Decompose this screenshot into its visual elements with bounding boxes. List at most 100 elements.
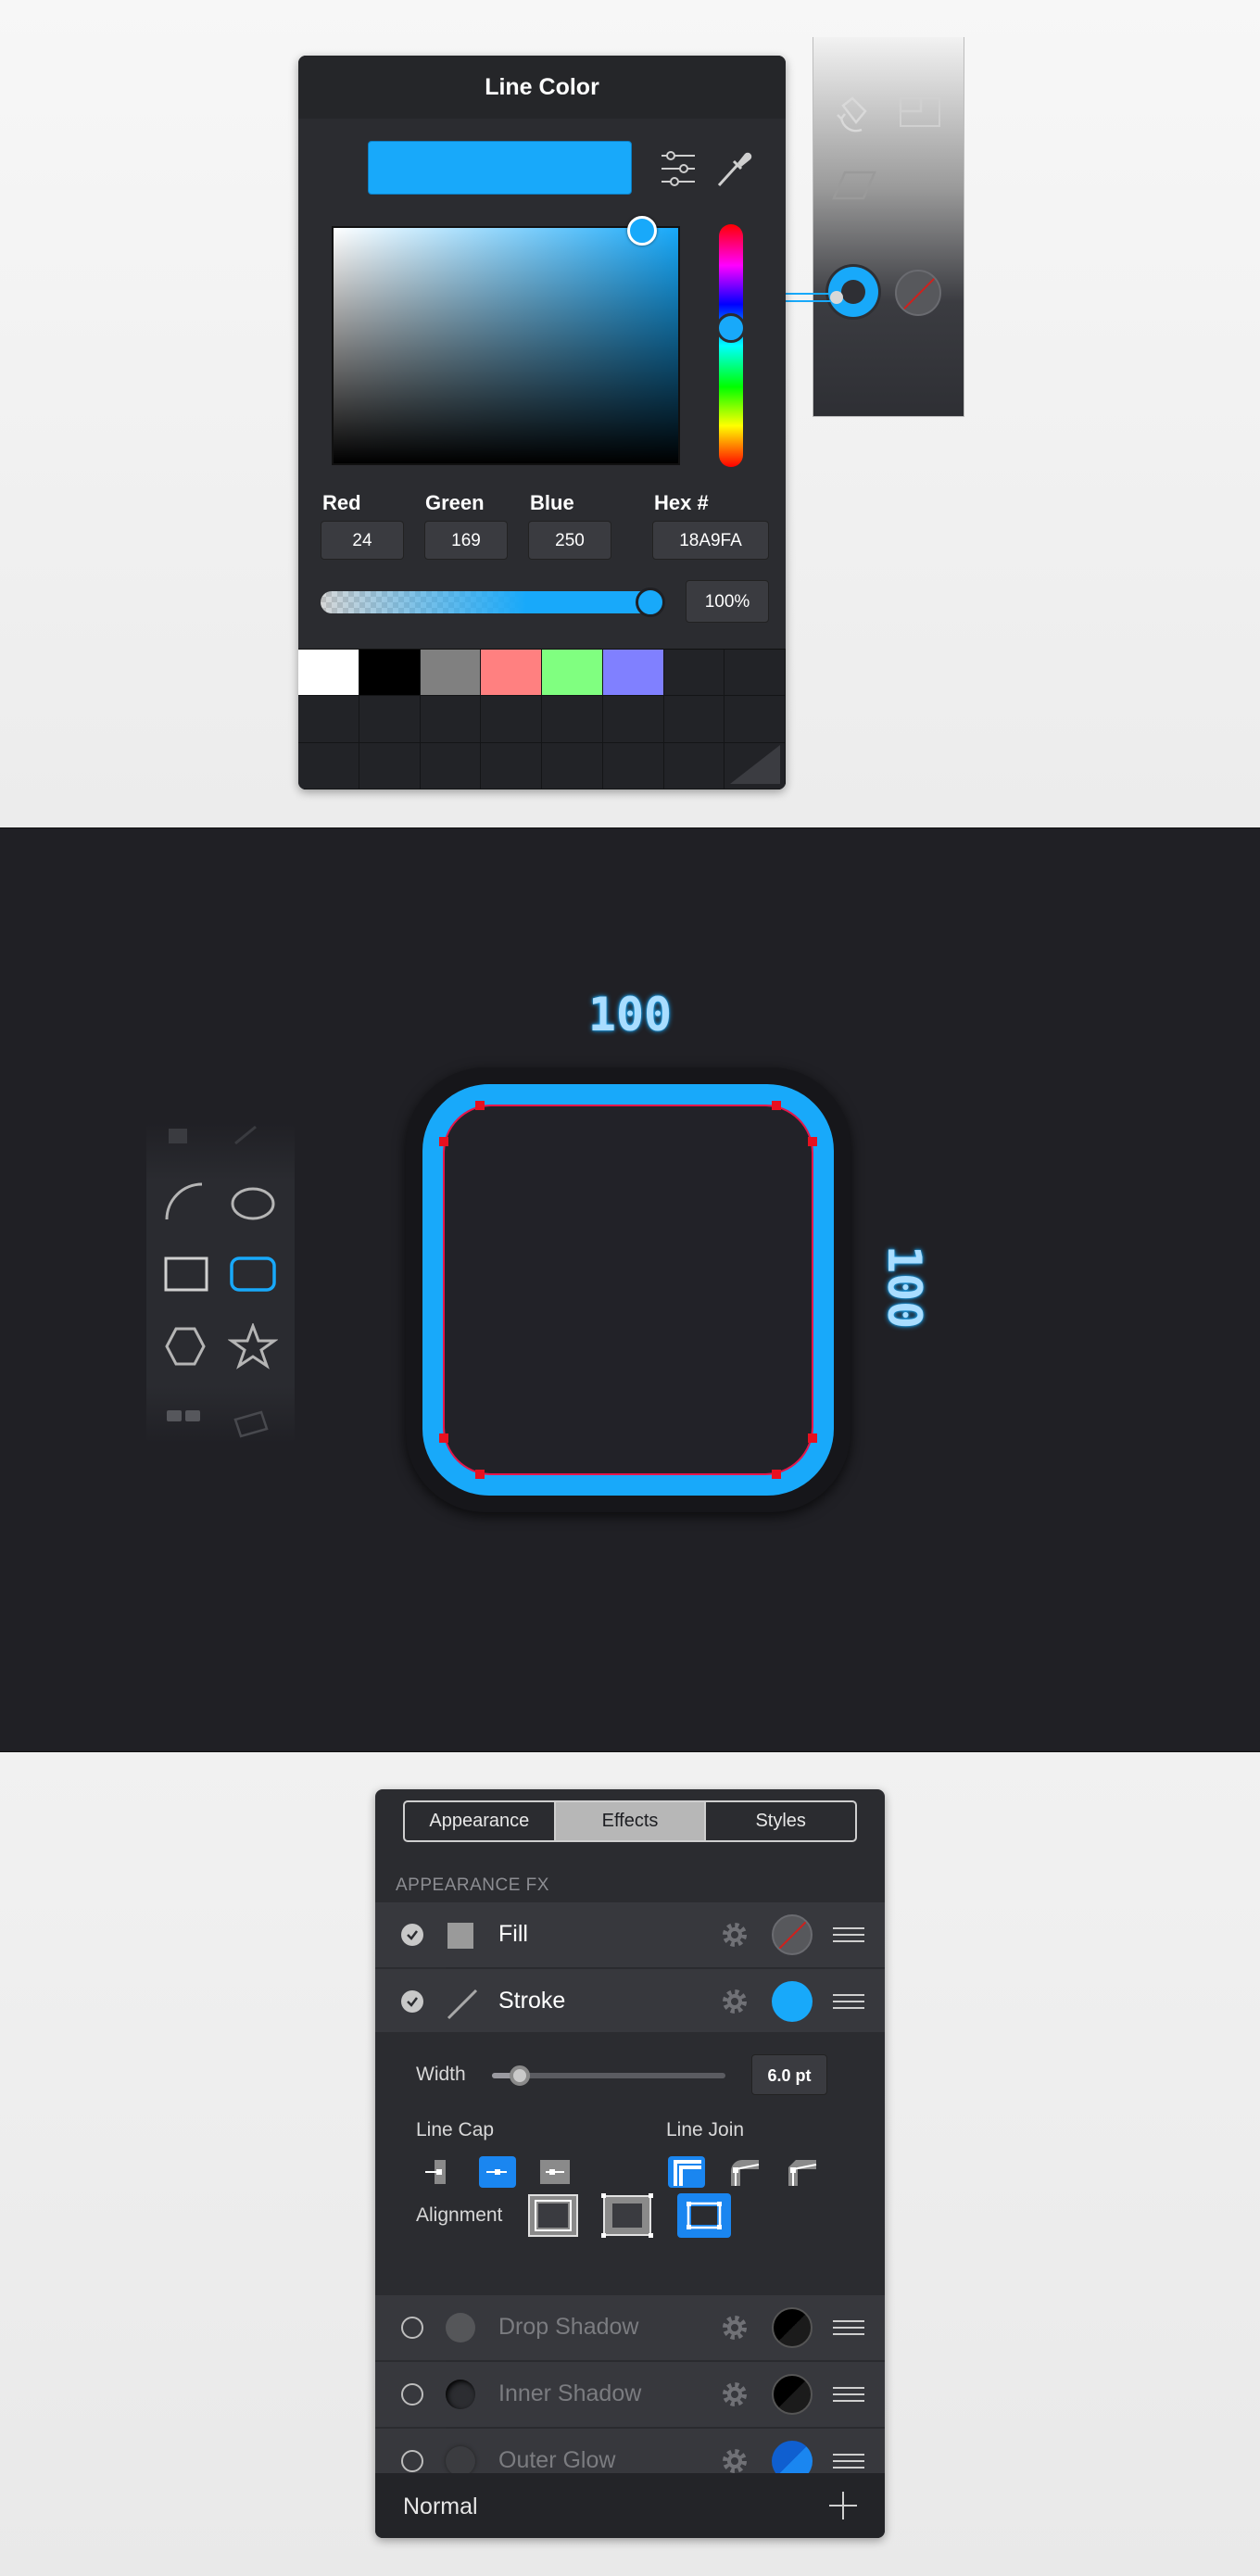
outer-glow-checkbox[interactable]	[401, 2450, 423, 2472]
color-swatch[interactable]	[298, 650, 359, 697]
layers-tool-icon[interactable]	[230, 1407, 272, 1438]
rounded-rectangle-tool-icon[interactable]	[228, 1255, 278, 1294]
drag-handle-icon[interactable]	[833, 2386, 864, 2403]
star-tool-icon[interactable]	[228, 1323, 278, 1370]
tab-effects[interactable]: Effects	[555, 1802, 707, 1840]
drop-shadow-color-chip[interactable]	[772, 2307, 813, 2348]
empty-swatch[interactable]	[724, 696, 786, 743]
empty-swatch[interactable]	[602, 696, 664, 743]
fx-row-inner-shadow[interactable]: Inner Shadow	[375, 2362, 885, 2427]
empty-swatch[interactable]	[481, 696, 542, 743]
empty-swatch[interactable]	[420, 742, 482, 789]
width-field[interactable]: 6.0 pt	[751, 2054, 827, 2095]
eyedropper-icon[interactable]	[713, 146, 754, 191]
tab-appearance[interactable]: Appearance	[405, 1802, 556, 1840]
empty-swatch[interactable]	[359, 742, 421, 789]
empty-swatch[interactable]	[359, 696, 421, 743]
inside-align-button[interactable]	[527, 2193, 579, 2238]
ellipse-tool-icon[interactable]	[228, 1184, 278, 1223]
empty-swatch[interactable]	[663, 696, 725, 743]
gear-icon[interactable]	[720, 2313, 750, 2342]
square-cap-button[interactable]	[536, 2156, 570, 2188]
empty-swatch[interactable]	[542, 742, 603, 789]
opacity-slider[interactable]	[321, 591, 663, 613]
bevel-join-button[interactable]	[783, 2156, 820, 2188]
miter-join-button[interactable]	[668, 2156, 705, 2188]
skew-icon[interactable]	[830, 167, 878, 204]
empty-swatch[interactable]	[542, 696, 603, 743]
fill-color-chip[interactable]	[772, 1914, 813, 1955]
drag-handle-icon[interactable]	[833, 2319, 864, 2336]
blend-mode-selector[interactable]: Normal	[403, 2494, 478, 2520]
empty-swatch[interactable]	[663, 650, 725, 697]
center-align-button[interactable]	[601, 2193, 653, 2238]
resize-grip-icon[interactable]	[726, 741, 784, 788]
color-sliders-icon[interactable]	[658, 148, 699, 189]
tab-styles[interactable]: Styles	[706, 1802, 855, 1840]
butt-cap-button[interactable]	[422, 2156, 453, 2188]
inner-shadow-checkbox[interactable]	[401, 2383, 423, 2406]
anchor-point[interactable]	[475, 1101, 485, 1110]
gear-icon[interactable]	[720, 1920, 750, 1950]
round-join-button[interactable]	[725, 2156, 762, 2188]
inner-shadow-color-chip[interactable]	[772, 2374, 813, 2415]
empty-swatch[interactable]	[298, 696, 359, 743]
color-swatch[interactable]	[359, 650, 421, 697]
empty-swatch[interactable]	[420, 696, 482, 743]
fx-row-drop-shadow[interactable]: Drop Shadow	[375, 2295, 885, 2360]
saturation-value-knob[interactable]	[627, 216, 657, 246]
anchor-point[interactable]	[772, 1470, 781, 1479]
saturation-value-field[interactable]	[332, 226, 680, 465]
cube-tool-icon[interactable]	[163, 1123, 195, 1147]
hexagon-tool-icon[interactable]	[163, 1325, 208, 1368]
fill-color-chip[interactable]	[895, 270, 941, 316]
anchor-point[interactable]	[808, 1433, 817, 1443]
anchor-point[interactable]	[772, 1101, 781, 1110]
anchor-point[interactable]	[475, 1470, 485, 1479]
opacity-field[interactable]: 100%	[686, 580, 769, 623]
blue-field[interactable]: 250	[528, 521, 611, 560]
drag-handle-icon[interactable]	[833, 1993, 864, 2010]
color-swatch[interactable]	[420, 650, 482, 697]
hue-knob[interactable]	[716, 313, 746, 343]
anchor-point[interactable]	[439, 1137, 448, 1146]
line-tool-icon[interactable]	[230, 1123, 261, 1147]
drag-handle-icon[interactable]	[833, 1926, 864, 1943]
color-swatch[interactable]	[602, 650, 664, 697]
empty-swatch[interactable]	[481, 742, 542, 789]
fill-enabled-checkbox[interactable]	[401, 1924, 423, 1946]
stroke-enabled-checkbox[interactable]	[401, 1990, 423, 2013]
fx-row-outer-glow[interactable]: Outer Glow	[375, 2429, 885, 2473]
gear-icon[interactable]	[720, 1987, 750, 2016]
red-field[interactable]: 24	[321, 521, 404, 560]
color-swatch[interactable]	[542, 650, 603, 697]
fx-row-stroke[interactable]: Stroke	[375, 1969, 885, 2032]
opacity-knob[interactable]	[636, 587, 665, 617]
current-color-swatch[interactable]	[368, 141, 632, 195]
anchor-point[interactable]	[808, 1137, 817, 1146]
width-slider-knob[interactable]	[510, 2065, 531, 2086]
empty-swatch[interactable]	[602, 742, 664, 789]
arc-tool-icon[interactable]	[163, 1181, 206, 1223]
gear-icon[interactable]	[720, 2380, 750, 2409]
grid-tool-icon[interactable]	[163, 1407, 206, 1438]
drop-shadow-checkbox[interactable]	[401, 2317, 423, 2339]
outer-glow-color-chip[interactable]	[772, 2441, 813, 2473]
hue-slider[interactable]	[719, 224, 743, 467]
stroke-color-chip[interactable]	[772, 1981, 813, 2022]
green-field[interactable]: 169	[424, 521, 508, 560]
add-effect-icon[interactable]	[827, 2490, 859, 2521]
rotate-icon[interactable]	[834, 91, 878, 135]
gear-icon[interactable]	[720, 2446, 750, 2473]
anchor-point[interactable]	[439, 1433, 448, 1443]
hex-field[interactable]: 18A9FA	[652, 521, 769, 560]
round-cap-button[interactable]	[479, 2156, 516, 2188]
rectangle-tool-icon[interactable]	[163, 1255, 209, 1294]
empty-swatch[interactable]	[663, 742, 725, 789]
align-icon[interactable]	[897, 95, 943, 132]
empty-swatch[interactable]	[298, 742, 359, 789]
outside-align-button[interactable]	[677, 2193, 731, 2238]
drag-handle-icon[interactable]	[833, 2453, 864, 2469]
fx-row-fill[interactable]: Fill	[375, 1902, 885, 1967]
empty-swatch[interactable]	[724, 650, 786, 697]
